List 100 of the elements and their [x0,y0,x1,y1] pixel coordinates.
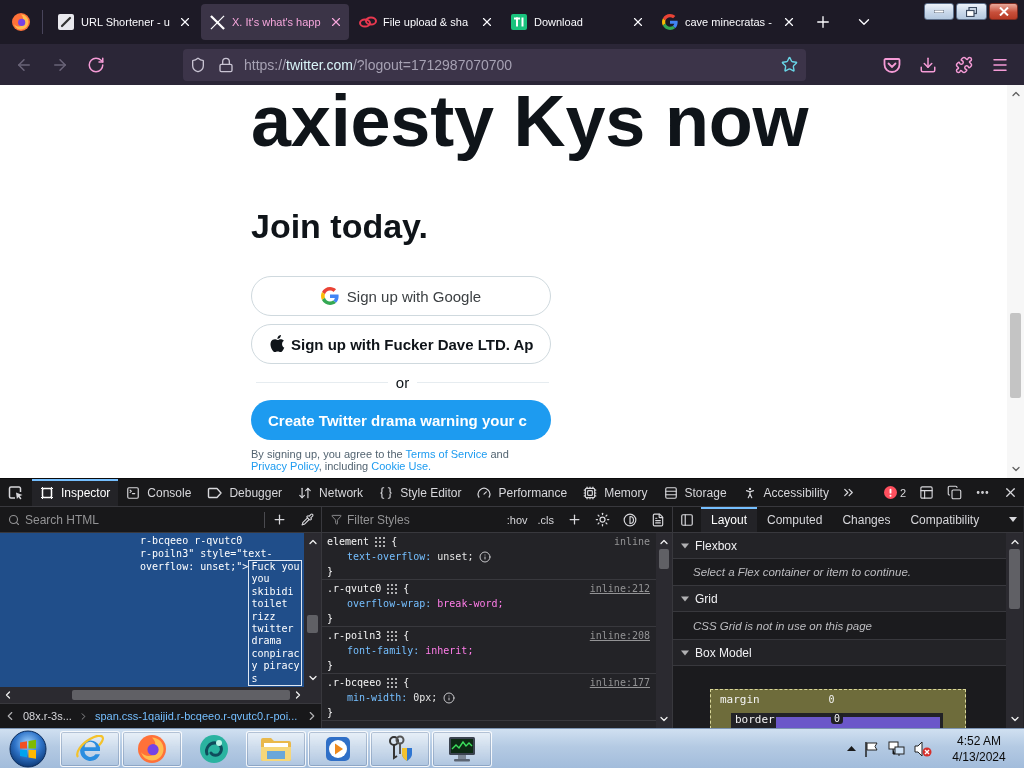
caret-down-icon[interactable] [681,648,689,657]
windows-icon[interactable] [946,485,962,500]
lock-icon[interactable] [218,56,234,73]
scrollbar[interactable] [656,533,672,728]
scrollbar-thumb[interactable] [1010,313,1021,398]
shield-icon[interactable] [190,56,206,73]
devtools-tab[interactable]: Style Editor [371,479,470,506]
star-icon[interactable] [781,56,798,73]
fox-logo-icon[interactable] [138,734,166,763]
caret-down-icon[interactable] [681,541,689,550]
browser-logo-icon[interactable] [12,13,30,31]
browser-tab[interactable]: URL Shortener - u [50,4,198,40]
contrast-icon[interactable] [623,512,637,527]
plus-icon[interactable] [271,512,287,527]
scrollbar[interactable] [0,687,321,703]
puzzle-icon[interactable] [955,55,973,74]
bubble-logo-icon[interactable] [199,733,229,764]
dot-grid-icon[interactable] [387,677,398,688]
dot-grid-icon[interactable] [387,583,398,594]
rule-source[interactable]: inline:212 [589,581,650,596]
close-window-button[interactable] [989,3,1018,20]
rule-source[interactable]: inline:177 [589,675,650,690]
section-title[interactable]: Flexbox [695,538,738,553]
caret-up-icon[interactable] [847,746,856,751]
close-icon[interactable] [329,15,343,29]
close-icon[interactable] [480,15,494,29]
element-picker-icon[interactable] [8,484,24,501]
new-tab-icon[interactable] [814,13,832,31]
box-value[interactable]: 0 [831,713,843,724]
caret-down-icon[interactable] [1009,517,1017,522]
browser-tab[interactable]: X. It's what's happ [201,4,349,40]
close-icon[interactable] [178,15,192,29]
flag-icon[interactable] [864,740,880,757]
taskbar-button[interactable] [432,730,492,767]
devtools-tab[interactable]: Storage [655,479,735,506]
devtools-tab[interactable]: Performance [469,479,576,506]
sidebar-tab[interactable]: Changes [832,507,901,532]
devtools-tab[interactable]: Accessibility [734,479,837,506]
rule-source[interactable]: inline:208 [589,628,650,643]
devtools-tab[interactable]: Network [290,479,372,506]
dot-grid-icon[interactable] [387,630,398,641]
browser-tab[interactable]: cave minecratas - [654,4,802,40]
section-title[interactable]: Grid [695,591,718,606]
scrollbar[interactable] [304,533,321,687]
scrollbar-thumb[interactable] [72,690,290,700]
dot-grid-icon[interactable] [375,536,386,547]
info-icon[interactable] [443,691,456,704]
sidebar-toggle-icon[interactable] [680,512,694,527]
breadcrumb[interactable]: span.css-1qaijid.r-bcqeeo.r-qvutc0.r-poi... [94,710,298,722]
monitor-icon[interactable] [447,734,477,763]
taskbar-button[interactable] [370,730,430,767]
devtools-tab[interactable]: Memory [575,479,656,506]
breadcrumb[interactable]: 08x.r-3s... [23,710,72,722]
scrollbar-thumb[interactable] [659,549,669,569]
speaker-muted-icon[interactable] [914,740,932,757]
close-brace: } [327,659,334,673]
reload-icon[interactable] [87,55,105,74]
network-icon[interactable] [888,740,906,757]
close-icon[interactable] [631,15,645,29]
box-value[interactable]: 0 [825,694,838,706]
keys-shield-icon[interactable] [386,734,414,763]
start-button[interactable] [9,729,47,768]
minimize-button[interactable] [924,3,954,20]
e-logo-icon[interactable] [75,734,105,763]
close-icon[interactable] [782,15,796,29]
scrollbar-thumb[interactable] [1009,549,1020,609]
panels-icon[interactable] [918,485,934,500]
error-badge[interactable]: 2 [877,479,912,506]
toggle-button[interactable]: :hov [502,513,532,526]
css-selector: .r-qvutc0 [327,582,382,596]
address-field[interactable]: https://twitter.com/?logout=1712987070700 [183,48,806,81]
clock-date: 4/13/2024 [952,748,1006,765]
download-icon[interactable] [919,55,937,74]
braces-icon [379,485,394,500]
sidebar-tab[interactable]: Compatibility [900,507,990,532]
caret-down-icon[interactable] [681,594,689,603]
close-icon [998,7,1009,16]
info-icon[interactable] [479,550,492,563]
pocket-icon[interactable] [883,55,901,74]
scrollbar[interactable] [1006,533,1023,728]
toggle-button[interactable]: .cls [533,513,558,526]
sun-icon[interactable] [594,512,610,527]
eyedropper-icon[interactable] [300,513,314,526]
devtools-tab[interactable]: Debugger [199,479,291,506]
browser-tab[interactable]: File upload & sha [352,4,500,40]
devtools-tab[interactable]: Inspector [32,479,119,506]
sidebar-tab[interactable]: Computed [757,507,833,532]
scrollbar-thumb[interactable] [307,615,318,633]
devtools-tab[interactable]: Console [118,479,200,506]
edit-field[interactable]: Fuck you you skibidi toilet rizz twitter drama conpirac y piracy s [248,560,303,687]
page-scrollbar[interactable] [1007,85,1024,478]
sidebar-tab[interactable]: Layout [701,507,758,532]
play-icon[interactable] [325,735,351,762]
section-title[interactable]: Box Model [695,645,752,660]
restore-button[interactable] [956,3,987,20]
plus-icon[interactable] [566,512,582,527]
folder-icon[interactable] [260,735,292,762]
document-icon[interactable] [651,512,665,527]
filter-field[interactable]: Filter Styles [322,507,503,532]
browser-tab[interactable]: Download [503,4,651,40]
